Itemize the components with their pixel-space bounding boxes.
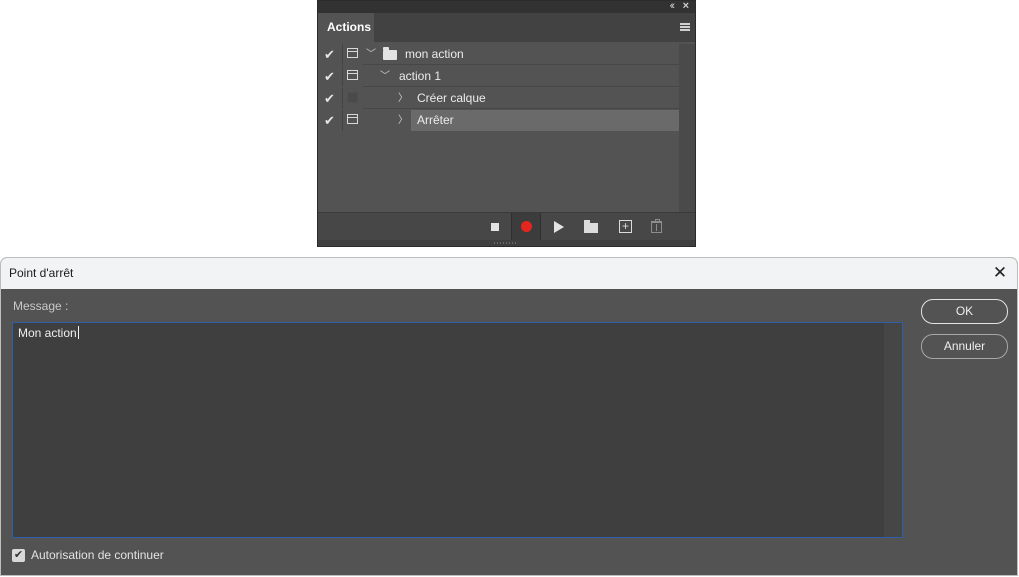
dialog-title-bar: Point d'arrêt ✕ xyxy=(1,258,1017,289)
new-set-button[interactable] xyxy=(576,213,606,241)
chevron-right-icon[interactable]: 〉 xyxy=(397,110,409,131)
command-label: Créer calque xyxy=(417,91,486,105)
dialog-title: Point d'arrêt xyxy=(9,266,74,280)
collapse-panel-icon[interactable]: ‹‹ xyxy=(670,0,676,12)
new-action-icon: + xyxy=(619,220,632,233)
chevron-right-icon[interactable]: 〉 xyxy=(397,88,409,109)
toggle-item-checkmark-icon[interactable]: ✔ xyxy=(318,66,341,87)
allow-continue-label[interactable]: Autorisation de continuer xyxy=(31,548,164,562)
chevron-down-icon[interactable]: ﹀ xyxy=(365,44,377,65)
panel-tab-bar: Actions xyxy=(318,13,695,42)
message-value: Mon action xyxy=(18,326,79,340)
actions-list-scrollbar[interactable] xyxy=(679,44,695,212)
stop-button[interactable] xyxy=(479,213,509,241)
trash-icon xyxy=(651,219,662,233)
toggle-item-checkmark-icon[interactable]: ✔ xyxy=(318,44,341,65)
command-row[interactable]: ✔ 〉 Créer calque xyxy=(318,88,679,110)
folder-icon xyxy=(383,47,397,60)
panel-menu-icon[interactable] xyxy=(680,23,690,31)
panel-resize-grip[interactable] xyxy=(318,240,695,246)
toggle-dialog-cell[interactable] xyxy=(342,66,362,87)
new-action-button[interactable]: + xyxy=(611,213,641,241)
chevron-down-icon[interactable]: ﹀ xyxy=(379,66,391,87)
panel-bottom-toolbar: + xyxy=(318,212,695,241)
text-cursor xyxy=(77,326,79,339)
command-body[interactable]: 〉 Créer calque xyxy=(363,88,679,109)
stop-icon xyxy=(491,223,499,231)
dialog-toggle-empty-icon xyxy=(347,92,358,103)
toggle-item-checkmark-icon[interactable]: ✔ xyxy=(318,88,341,109)
panel-top-bar: ‹‹ × xyxy=(318,0,695,13)
action-set-label: mon action xyxy=(405,47,464,61)
dialog-toggle-icon xyxy=(347,48,358,58)
action-set-body[interactable]: ﹀ mon action xyxy=(363,44,679,65)
action-body[interactable]: ﹀ action 1 xyxy=(363,66,679,87)
record-button[interactable] xyxy=(511,213,541,241)
message-text: Mon action xyxy=(18,326,77,340)
close-icon[interactable]: ✕ xyxy=(987,258,1013,289)
toggle-dialog-cell[interactable] xyxy=(342,110,362,131)
close-panel-icon[interactable]: × xyxy=(683,0,689,12)
ok-button[interactable]: OK xyxy=(921,299,1008,324)
message-label: Message : xyxy=(13,299,69,313)
cancel-button[interactable]: Annuler xyxy=(921,334,1008,359)
action-set-row[interactable]: ✔ ﹀ mon action xyxy=(318,44,679,66)
allow-continue-checkbox[interactable]: ✔ xyxy=(12,549,25,562)
command-row-selected[interactable]: ✔ 〉 Arrêter xyxy=(318,110,679,132)
actions-list: ✔ ﹀ mon action ✔ ﹀ action 1 ✔ 〉 Créer ca… xyxy=(318,44,679,212)
message-textarea[interactable]: Mon action xyxy=(12,322,903,538)
action-label: action 1 xyxy=(399,69,442,83)
command-label: Arrêter xyxy=(417,113,454,127)
message-scrollbar[interactable] xyxy=(884,323,902,537)
toggle-dialog-cell[interactable] xyxy=(342,44,362,65)
dialog-toggle-icon xyxy=(347,70,358,80)
command-body[interactable]: 〉 Arrêter xyxy=(363,110,679,131)
action-row[interactable]: ✔ ﹀ action 1 xyxy=(318,66,679,88)
breakpoint-dialog: Point d'arrêt ✕ Message : Mon action OK … xyxy=(0,257,1018,576)
folder-icon xyxy=(584,220,598,233)
play-button[interactable] xyxy=(544,213,574,241)
actions-panel: ‹‹ × Actions ✔ ﹀ mon action ✔ ﹀ action 1… xyxy=(317,0,696,247)
record-icon xyxy=(521,221,532,232)
toggle-item-checkmark-icon[interactable]: ✔ xyxy=(318,110,341,131)
delete-button[interactable] xyxy=(642,213,672,241)
toggle-dialog-cell[interactable] xyxy=(342,88,362,109)
play-icon xyxy=(554,221,564,233)
tab-actions[interactable]: Actions xyxy=(318,13,374,42)
dialog-toggle-icon xyxy=(347,114,358,124)
